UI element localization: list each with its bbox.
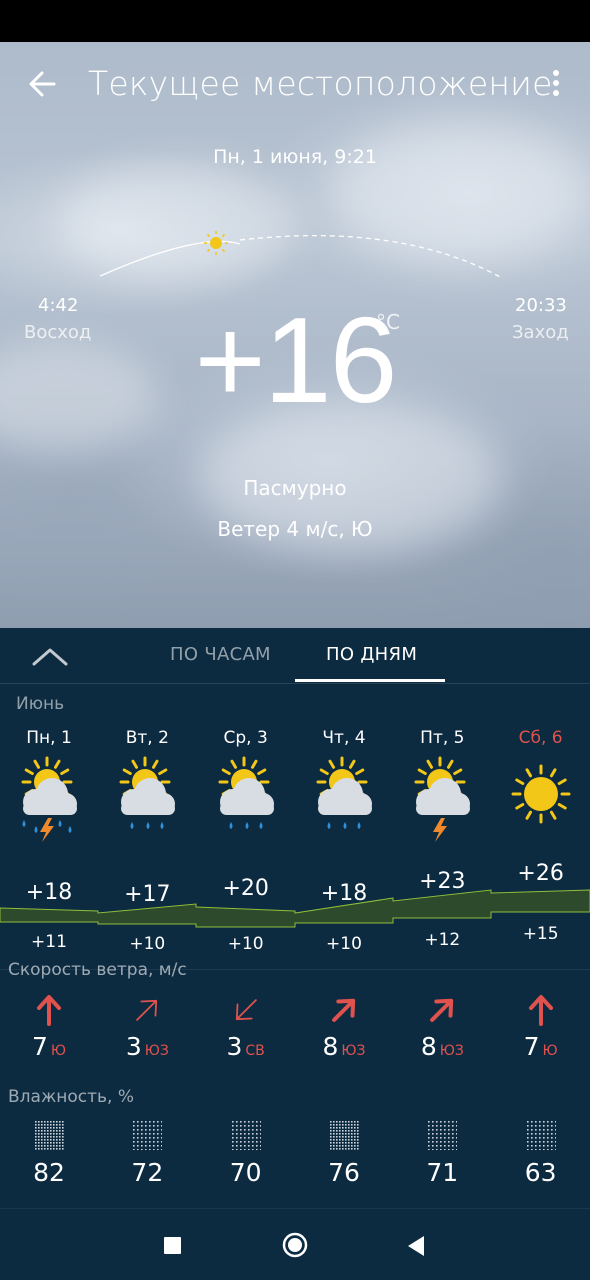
max-temperature: +23 xyxy=(419,869,466,894)
day-name: Сб, 6 xyxy=(518,728,563,748)
day-name: Вт, 2 xyxy=(125,728,169,748)
current-condition: Пасмурно xyxy=(243,476,347,500)
humidity-dots-icon xyxy=(329,1120,359,1150)
min-temperature: +10 xyxy=(326,934,362,954)
current-wind: Ветер 4 м/с, Ю xyxy=(217,517,373,541)
day-column[interactable]: Пт, 5 +23 +12 8 ЮЗ 71 xyxy=(393,628,491,1188)
wind-speed: 8 xyxy=(322,1032,339,1061)
wind-direction: ЮЗ xyxy=(341,1043,366,1059)
max-temperature: +26 xyxy=(517,861,564,886)
wind-speed: 7 xyxy=(523,1032,540,1061)
humidity-value: 63 xyxy=(524,1158,557,1187)
wind-value: 8 ЮЗ xyxy=(393,1032,491,1061)
max-temperature: +17 xyxy=(124,882,171,907)
humidity-value: 76 xyxy=(328,1158,360,1187)
forecast-panel: ПО ЧАСАМ ПО ДНЯМ Июнь Пн, 1 +18 +11 7 Ю 82 Вт,… xyxy=(0,628,590,1208)
sun-icon xyxy=(506,756,576,846)
home-button[interactable] xyxy=(282,1232,308,1258)
dot xyxy=(553,80,559,86)
wind-direction-arrow-icon xyxy=(127,990,167,1030)
page-title: Текущее местоположение xyxy=(88,64,553,103)
min-temperature: +15 xyxy=(522,924,559,944)
wind-speed: 3 xyxy=(226,1032,243,1061)
humidity-dots-icon xyxy=(34,1120,64,1150)
wind-direction: Ю xyxy=(50,1043,67,1059)
partly-cloudy-rain-icon xyxy=(112,756,182,846)
min-temperature: +10 xyxy=(129,934,166,954)
humidity-value: 82 xyxy=(33,1158,65,1187)
home-circle-icon xyxy=(282,1232,308,1258)
day-name: Пт, 5 xyxy=(420,728,465,748)
humidity-dots-icon xyxy=(132,1120,163,1151)
humidity-dots-icon xyxy=(526,1120,557,1151)
system-back-button[interactable] xyxy=(406,1235,426,1257)
min-temperature: +12 xyxy=(424,930,461,950)
humidity-value: 70 xyxy=(229,1158,262,1187)
min-temperature: +11 xyxy=(31,932,67,952)
wind-section-label: Скорость ветра, м/с xyxy=(8,960,187,980)
day-name: Чт, 4 xyxy=(322,728,366,748)
triangle-back-icon xyxy=(408,1236,424,1256)
current-weather-hero: Текущее местоположение Пн, 1 июня, 9:21 … xyxy=(0,42,590,628)
wind-speed: 8 xyxy=(420,1032,437,1061)
wind-value: 3 ЮЗ xyxy=(98,1032,196,1061)
max-temperature: +20 xyxy=(222,876,269,901)
wind-speed: 7 xyxy=(31,1032,48,1061)
current-temperature: +16 xyxy=(194,292,398,428)
current-datetime: Пн, 1 июня, 9:21 xyxy=(213,146,377,168)
day-column[interactable]: Ср, 3 +20 +10 3 СВ 70 xyxy=(197,628,295,1188)
day-name: Ср, 3 xyxy=(223,728,268,748)
wind-speed: 3 xyxy=(125,1032,142,1061)
humidity-value: 71 xyxy=(426,1158,459,1187)
arrow-left-icon xyxy=(29,71,56,97)
wind-value: 3 СВ xyxy=(197,1032,295,1061)
humidity-dots-icon xyxy=(427,1120,458,1151)
wind-direction: ЮЗ xyxy=(144,1043,169,1059)
more-options-button[interactable] xyxy=(546,70,566,100)
wind-value: 7Ю xyxy=(0,1032,98,1061)
wind-value: 8 ЮЗ xyxy=(295,1032,393,1061)
partly-cloudy-rain-icon xyxy=(309,756,379,846)
wind-direction: СВ xyxy=(245,1043,265,1059)
wind-direction-arrow-icon xyxy=(324,990,364,1030)
wind-direction-arrow-icon xyxy=(29,990,69,1030)
recent-apps-button[interactable] xyxy=(164,1237,181,1254)
max-temperature: +18 xyxy=(320,881,368,906)
temperature-unit: °C xyxy=(376,310,400,334)
day-column[interactable]: Сб, 6 +26 +15 7 Ю 63 xyxy=(492,628,590,1188)
wind-direction: ЮЗ xyxy=(439,1043,464,1059)
back-button[interactable] xyxy=(24,64,64,104)
dot xyxy=(553,70,559,76)
partly-cloudy-thunder-rain-icon xyxy=(14,756,84,846)
dot xyxy=(553,90,559,96)
day-name: Пн, 1 xyxy=(26,728,72,748)
partly-cloudy-rain-icon xyxy=(211,756,281,846)
system-navigation-bar xyxy=(0,1208,590,1280)
day-column[interactable]: Чт, 4 +18 +10 8 ЮЗ 76 xyxy=(295,628,393,1188)
max-temperature: +18 xyxy=(25,880,73,905)
partly-cloudy-thunder-icon xyxy=(407,756,477,846)
wind-value: 7Ю xyxy=(492,1032,590,1061)
humidity-value: 72 xyxy=(131,1158,164,1187)
wind-direction-arrow-icon xyxy=(422,990,462,1030)
min-temperature: +10 xyxy=(227,934,264,954)
humidity-section-label: Влажность, % xyxy=(8,1087,135,1107)
wind-direction-arrow-icon xyxy=(226,990,266,1030)
status-bar xyxy=(0,0,590,42)
humidity-dots-icon xyxy=(231,1120,262,1151)
wind-direction-arrow-icon xyxy=(521,990,561,1030)
wind-direction: Ю xyxy=(542,1043,558,1059)
